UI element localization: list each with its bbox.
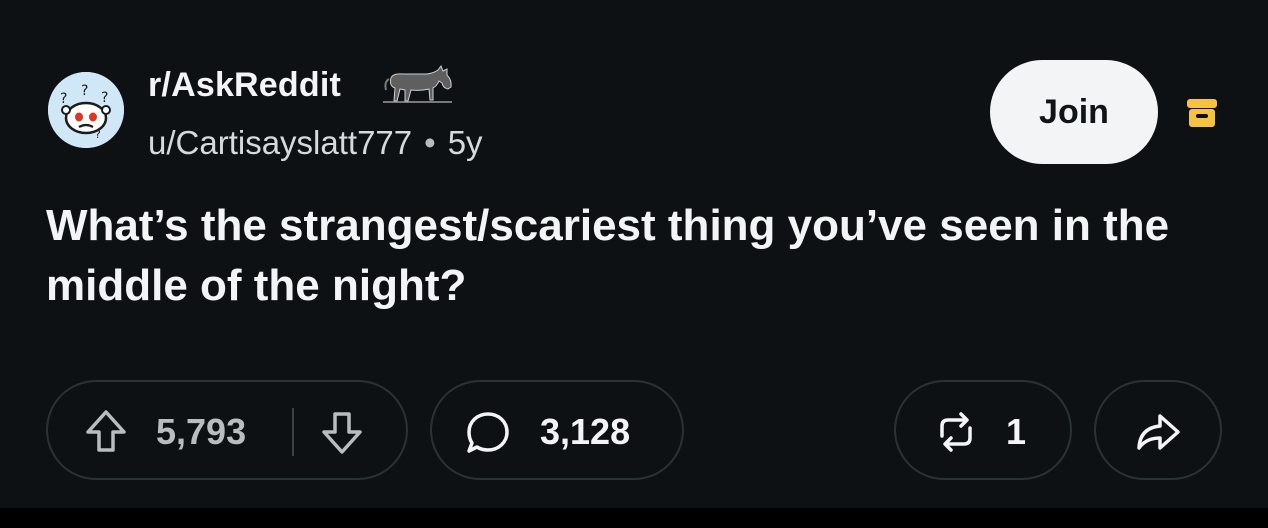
repost-count: 1 [1006,411,1027,452]
comment-count: 3,128 [540,411,631,452]
repost-button[interactable]: 1 [894,380,1072,480]
bottom-edge [0,508,1268,528]
subreddit-avatar[interactable]: ? ? ? ? [48,72,124,148]
comments-button[interactable]: 3,128 [430,380,684,480]
arrow-up-icon[interactable] [80,406,132,458]
arrow-down-icon[interactable] [316,406,368,458]
subreddit-name[interactable]: r/AskReddit [148,66,341,105]
post-meta: u/Cartisayslatt777 • 5y [148,124,483,162]
vote-divider [292,408,294,456]
askreddit-snoo-icon: ? ? ? ? [48,72,124,148]
svg-text:?: ? [95,128,101,141]
archive-box-icon[interactable] [1185,96,1219,130]
repost-arrows-icon [940,412,972,452]
svg-text:?: ? [60,91,67,107]
donkey-flair-icon [383,64,452,103]
svg-text:?: ? [101,90,108,106]
speech-bubble-icon [467,412,509,453]
username-link[interactable]: u/Cartisayslatt777 [148,124,412,161]
upvote-count: 5,793 [156,411,247,452]
share-arrow-icon [1137,414,1180,450]
join-button[interactable]: Join [990,60,1158,164]
post-card[interactable]: ? ? ? ? r/AskReddit u/Cartisayslatt777 • 5… [0,0,1268,508]
share-button[interactable] [1094,380,1222,480]
meta-separator: • [424,124,436,161]
post-age: 5y [447,124,483,161]
post-title[interactable]: What’s the strangest/scariest thing you’… [46,196,1236,316]
svg-text:?: ? [81,83,88,99]
vote-control: 5,793 [46,380,408,480]
